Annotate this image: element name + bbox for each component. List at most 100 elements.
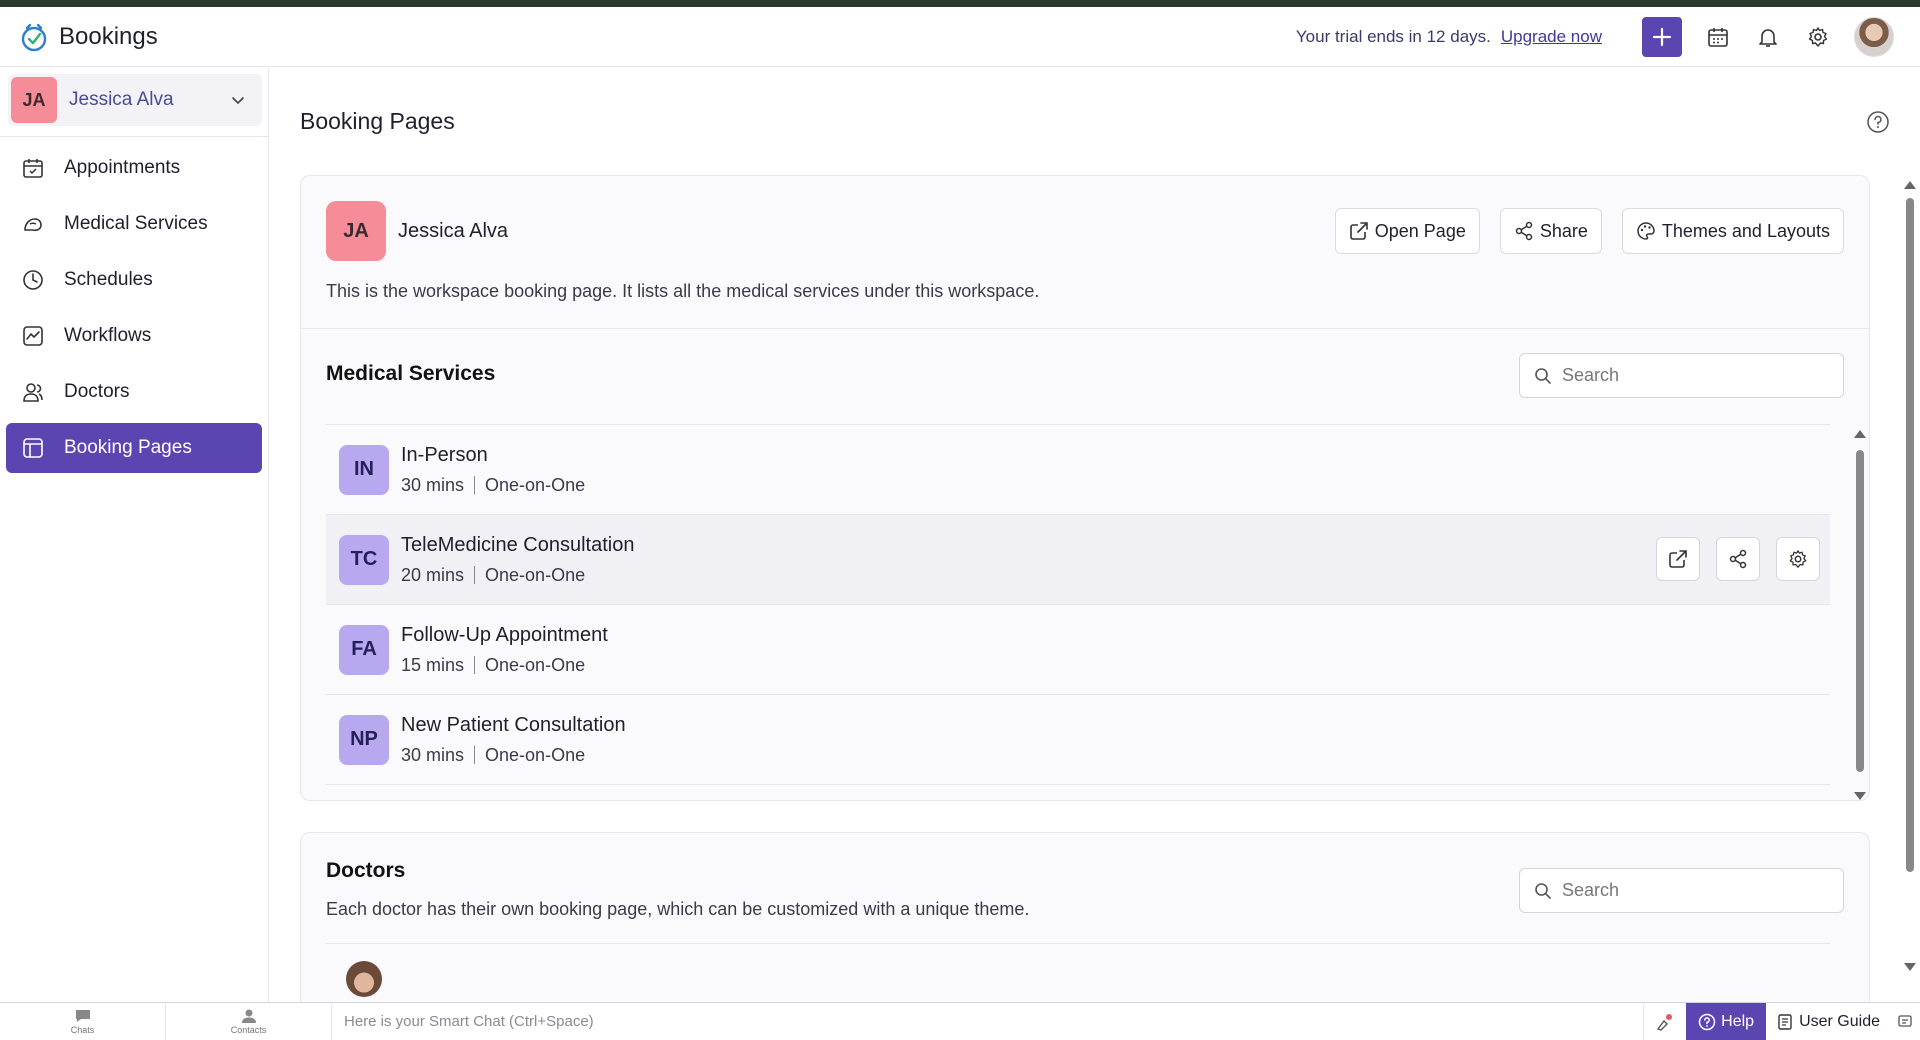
services-section-title: Medical Services [326,362,496,385]
open-page-label: Open Page [1374,220,1466,241]
open-page-button[interactable]: Open Page [1334,208,1480,254]
smart-chat-input[interactable] [344,1013,944,1030]
sidebar-item-workflows[interactable]: Workflows [6,311,262,361]
services-scrollbar[interactable] [1853,430,1867,800]
service-item-telemedicine[interactable]: TC TeleMedicine Consultation 20 mins One-… [326,515,1830,605]
search-icon [1535,367,1551,384]
chats-button[interactable]: Chats [0,1002,166,1040]
contacts-label: Contacts [230,1025,267,1035]
service-type: One-on-One [485,474,586,495]
service-duration: 20 mins [401,564,465,585]
share-label: Share [1539,220,1588,241]
people-icon [20,379,46,405]
user-guide-label: User Guide [1799,1012,1880,1030]
help-icon[interactable] [1866,110,1890,134]
service-name: TeleMedicine Consultation [401,533,635,556]
scrollbar-thumb[interactable] [1906,198,1914,872]
feedback-icon [1898,1014,1912,1027]
help-label: Help [1721,1012,1755,1030]
sidebar-item-label: Appointments [64,157,181,178]
scroll-up-arrow[interactable] [1854,430,1866,438]
user-avatar[interactable] [1854,16,1894,57]
gear-icon [1789,550,1807,568]
doctors-search-input[interactable] [1562,880,1822,901]
workspace-name: Jessica Alva [398,219,509,242]
chat-bubble-icon [75,1010,90,1022]
guide-document-icon [1778,1013,1792,1030]
scroll-down-arrow[interactable] [1854,792,1866,800]
gear-icon [1808,26,1828,47]
scroll-down-arrow[interactable] [1904,963,1916,971]
search-icon [1535,882,1551,899]
calendar-icon [1708,27,1728,47]
services-list: IN In-Person 30 mins One-on-One TC TeleMe… [326,424,1830,785]
sidebar-item-medical-services[interactable]: Medical Services [6,199,262,249]
card-divider [301,328,1869,329]
bottom-bar: Chats Contacts Help User Guide [0,1002,1920,1040]
contact-icon [241,1009,256,1023]
scroll-up-arrow[interactable] [1904,181,1916,189]
calendar-button[interactable] [1704,23,1732,51]
workspace-name: Jessica Alva [69,89,174,110]
brand[interactable]: Bookings [19,22,158,52]
service-type: One-on-One [485,744,586,765]
meta-separator [474,566,476,584]
palette-icon [1637,222,1655,240]
contacts-button[interactable]: Contacts [166,1002,332,1040]
service-item-new-patient[interactable]: NP New Patient Consultation 30 mins One-o… [326,695,1830,785]
share-icon [1515,221,1533,241]
sidebar-item-schedules[interactable]: Schedules [6,255,262,305]
services-search-input[interactable] [1562,365,1822,386]
workspace-description: This is the workspace booking page. It l… [326,281,1040,301]
assistant-button[interactable] [1644,1003,1686,1040]
service-name: In-Person [401,443,488,466]
add-button[interactable] [1642,16,1682,57]
workspace-avatar: JA [11,77,57,123]
scrollbar-thumb[interactable] [1856,450,1864,772]
service-item-in-person[interactable]: IN In-Person 30 mins One-on-One [326,425,1830,515]
help-button[interactable]: Help [1686,1002,1767,1040]
upgrade-link[interactable]: Upgrade now [1501,27,1602,47]
sidebar-divider [0,136,268,137]
service-open-button[interactable] [1656,537,1700,581]
smart-chat-bar[interactable] [332,1002,1645,1040]
themes-layouts-button[interactable]: Themes and Layouts [1621,208,1844,254]
feedback-button[interactable] [1890,1003,1920,1040]
main-content: Booking Pages JA Jessica Alva Open Page … [270,68,1920,1032]
service-settings-button[interactable] [1776,537,1820,581]
clock-icon [20,267,46,293]
sidebar-nav: Appointments Medical Services Schedules … [0,143,268,473]
service-duration: 15 mins [401,654,465,675]
share-button[interactable]: Share [1499,208,1602,254]
workspace-avatar: JA [326,201,386,261]
themes-layouts-label: Themes and Layouts [1661,220,1830,241]
sidebar-item-doctors[interactable]: Doctors [6,367,262,417]
meta-separator [474,746,476,764]
user-guide-button[interactable]: User Guide [1766,1003,1890,1040]
top-strip [0,0,1920,7]
doctor-avatar[interactable] [346,961,382,997]
card-divider [326,943,1830,944]
workspace-booking-card: JA Jessica Alva Open Page Share Themes a… [300,175,1870,801]
workspace-switcher[interactable]: JA Jessica Alva [8,74,262,126]
sidebar-item-appointments[interactable]: Appointments [6,143,262,193]
sidebar-item-booking-pages[interactable]: Booking Pages [6,423,262,473]
settings-button[interactable] [1804,23,1832,51]
sidebar-item-label: Schedules [64,269,153,290]
service-share-button[interactable] [1716,537,1760,581]
page-scrollbar[interactable] [1903,181,1917,971]
service-type: One-on-One [485,654,586,675]
sidebar: JA Jessica Alva Appointments Medical Ser… [0,68,269,1002]
bookings-logo-icon [21,23,47,51]
share-icon [1729,549,1747,569]
external-link-icon [1669,550,1687,568]
booking-page-icon [20,435,46,461]
external-link-icon [1349,222,1368,240]
service-item-follow-up[interactable]: FA Follow-Up Appointment 15 mins One-on-O… [326,605,1830,695]
sidebar-item-label: Workflows [64,325,152,346]
notifications-button[interactable] [1754,23,1782,51]
services-search[interactable] [1519,353,1844,398]
workflow-icon [20,323,46,349]
doctors-search[interactable] [1519,868,1844,913]
chevron-down-icon [232,97,244,105]
